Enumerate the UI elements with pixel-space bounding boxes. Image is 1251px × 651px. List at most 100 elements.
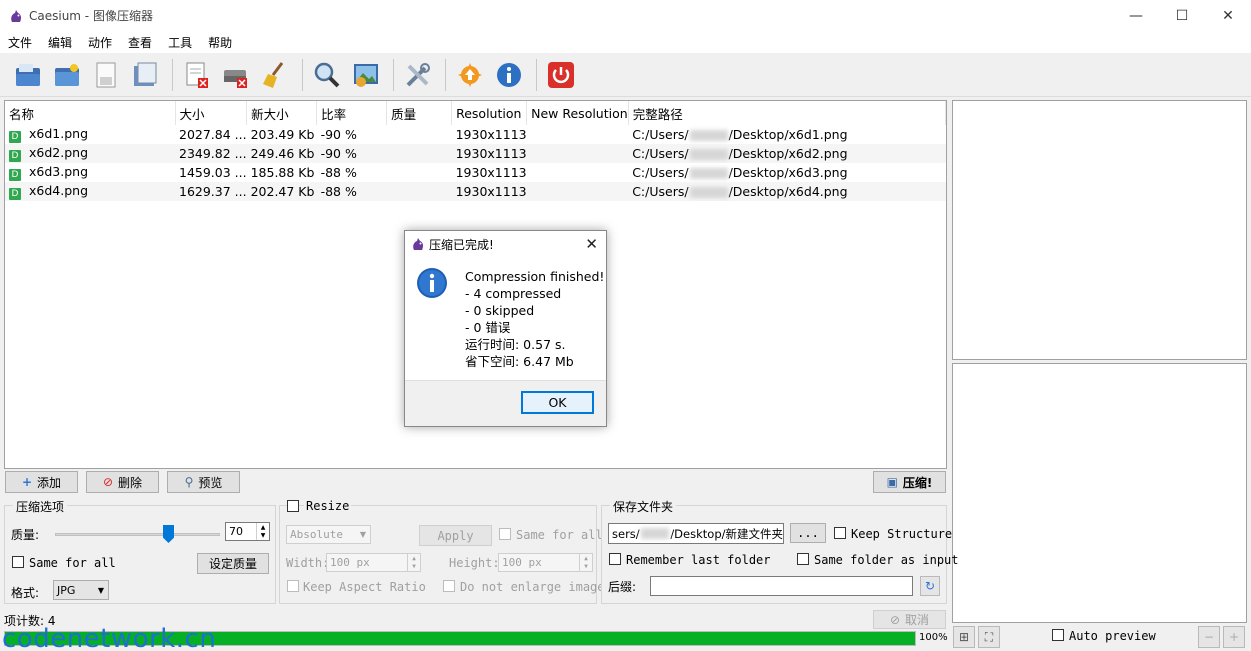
col-new-resolution[interactable]: New Resolution [526, 101, 629, 125]
suffix-input[interactable] [650, 576, 913, 596]
zoom-in-icon[interactable]: + [1223, 626, 1245, 648]
dialog-close-icon[interactable]: ✕ [585, 235, 598, 253]
compress-label: 压缩! [902, 475, 933, 490]
keep-aspect-ratio-checkbox[interactable] [287, 580, 299, 592]
menu-help[interactable]: 帮助 [200, 34, 240, 51]
search-button[interactable] [309, 57, 345, 93]
remove-item-button[interactable] [179, 57, 215, 93]
ok-button[interactable]: OK [521, 391, 594, 414]
save-button[interactable] [88, 57, 124, 93]
compress-button[interactable]: ▣ 压缩! [873, 471, 946, 493]
fit-to-window-icon[interactable]: ⊞ [953, 626, 975, 648]
folder-prefix: sers/ [612, 526, 640, 541]
magnifier-icon: ⚲ [184, 475, 194, 489]
menu-view[interactable]: 查看 [120, 34, 160, 51]
redacted-username [689, 149, 728, 160]
zoom-out-icon[interactable]: − [1198, 626, 1220, 648]
save-as-button[interactable] [127, 57, 163, 93]
clear-list-button[interactable] [218, 57, 254, 93]
settings-button[interactable] [400, 57, 436, 93]
open-files-icon [16, 63, 40, 86]
compression-options-group: 压缩选项 质量: 70 ▲ ▼ Same for all 设定质量 格式: JPG… [4, 498, 276, 604]
open-folder-button[interactable] [49, 57, 85, 93]
file-quality [386, 182, 452, 201]
resize-checkbox[interactable] [287, 500, 299, 512]
file-resolution: 1930x1113 [451, 144, 527, 163]
file-size: 2027.84 ... [179, 127, 247, 142]
dialog-footer: OK [405, 380, 606, 426]
col-name[interactable]: 名称 [5, 101, 176, 125]
add-button[interactable]: + 添加 [5, 471, 78, 493]
col-resolution[interactable]: Resolution [451, 101, 528, 125]
close-button[interactable]: ✕ [1205, 0, 1251, 31]
cancel-label: 取消 [905, 613, 930, 627]
auto-preview-checkbox[interactable] [1052, 629, 1064, 641]
spin-arrows[interactable]: ▲ ▼ [256, 523, 269, 540]
update-icon [458, 62, 482, 87]
spin-arrows[interactable]: ▲ ▼ [579, 554, 592, 571]
table-row[interactable]: Dx6d4.png 1629.37 ... 202.47 Kb -88 % 19… [5, 182, 946, 201]
caesium-logo-icon [11, 9, 22, 22]
fullscreen-icon[interactable]: ⛶ [978, 626, 1000, 648]
exit-button[interactable] [543, 57, 579, 93]
table-row[interactable]: Dx6d1.png 2027.84 ... 203.49 Kb -90 % 19… [5, 125, 946, 144]
compressed-preview-panel [952, 363, 1247, 623]
width-spinbox[interactable]: 100 px ▲ ▼ [326, 553, 421, 572]
tools-icon [406, 62, 430, 86]
delete-button[interactable]: ⊘ 删除 [86, 471, 159, 493]
forbidden-icon: ⊘ [102, 475, 114, 489]
clean-button[interactable] [257, 57, 293, 93]
cancel-button[interactable]: ⊘ 取消 [873, 610, 946, 629]
path-suffix: /Desktop/x6d1.png [728, 127, 848, 142]
quality-value: 70 [229, 525, 243, 538]
file-resolution: 1930x1113 [455, 165, 527, 180]
resize-group: Resize Absolute ▼ Apply Same for all Wid… [279, 499, 612, 604]
maximize-button[interactable]: ☐ [1159, 0, 1205, 31]
menu-edit[interactable]: 编辑 [40, 34, 80, 51]
remember-last-folder-checkbox[interactable] [609, 553, 621, 565]
menu-tools[interactable]: 工具 [160, 34, 200, 51]
refresh-icon[interactable]: ↻ [920, 576, 940, 596]
table-row[interactable]: Dx6d3.png 1459.03 ... 185.88 Kb -88 % 19… [5, 163, 946, 182]
original-preview-panel [952, 100, 1247, 360]
col-ratio[interactable]: 比率 [316, 101, 388, 125]
slider-thumb[interactable] [163, 525, 174, 543]
col-new-size[interactable]: 新大小 [246, 101, 318, 125]
col-full-path[interactable]: 完整路径 [628, 101, 947, 125]
compress-icon: ▣ [886, 475, 898, 489]
preview-button[interactable]: ⚲ 预览 [167, 471, 240, 493]
update-button[interactable] [452, 57, 488, 93]
col-size[interactable]: 大小 [175, 101, 248, 125]
keep-structure-checkbox[interactable] [834, 527, 846, 539]
menu-action[interactable]: 动作 [80, 34, 120, 51]
output-folder-input[interactable]: sers/ /Desktop/新建文件夹 [608, 523, 784, 544]
width-label: Width: [286, 556, 330, 570]
apply-button[interactable]: Apply [419, 525, 492, 546]
format-select[interactable]: JPG ▼ [53, 580, 109, 600]
quality-slider[interactable] [55, 525, 220, 543]
minimize-button[interactable]: — [1113, 0, 1159, 31]
menu-file[interactable]: 文件 [0, 34, 40, 51]
resize-mode-select[interactable]: Absolute ▼ [286, 525, 371, 544]
toolbar-separator [393, 58, 394, 91]
dialog-line: 省下空间: 6.47 Mb [465, 354, 574, 369]
same-for-all-checkbox[interactable] [12, 556, 24, 568]
spin-arrows[interactable]: ▲ ▼ [407, 554, 420, 571]
height-spinbox[interactable]: 100 px ▲ ▼ [498, 553, 593, 572]
redacted-username [689, 168, 728, 179]
forbidden-icon: ⊘ [889, 612, 901, 627]
browse-button[interactable]: ... [790, 523, 826, 543]
png-file-icon: D [9, 169, 21, 181]
resize-same-for-all-checkbox[interactable] [499, 528, 511, 540]
same-folder-checkbox[interactable] [797, 553, 809, 565]
col-quality[interactable]: 质量 [386, 101, 453, 125]
table-row[interactable]: Dx6d2.png 2349.82 ... 249.46 Kb -90 % 19… [5, 144, 946, 163]
quality-spinbox[interactable]: 70 ▲ ▼ [225, 522, 270, 541]
image-preview-button[interactable] [348, 57, 384, 93]
file-name: x6d1.png [29, 126, 89, 141]
no-enlarge-checkbox[interactable] [443, 580, 455, 592]
set-quality-button[interactable]: 设定质量 [197, 553, 269, 574]
info-button[interactable] [491, 57, 527, 93]
file-quality [387, 163, 452, 182]
open-files-button[interactable] [10, 57, 46, 93]
